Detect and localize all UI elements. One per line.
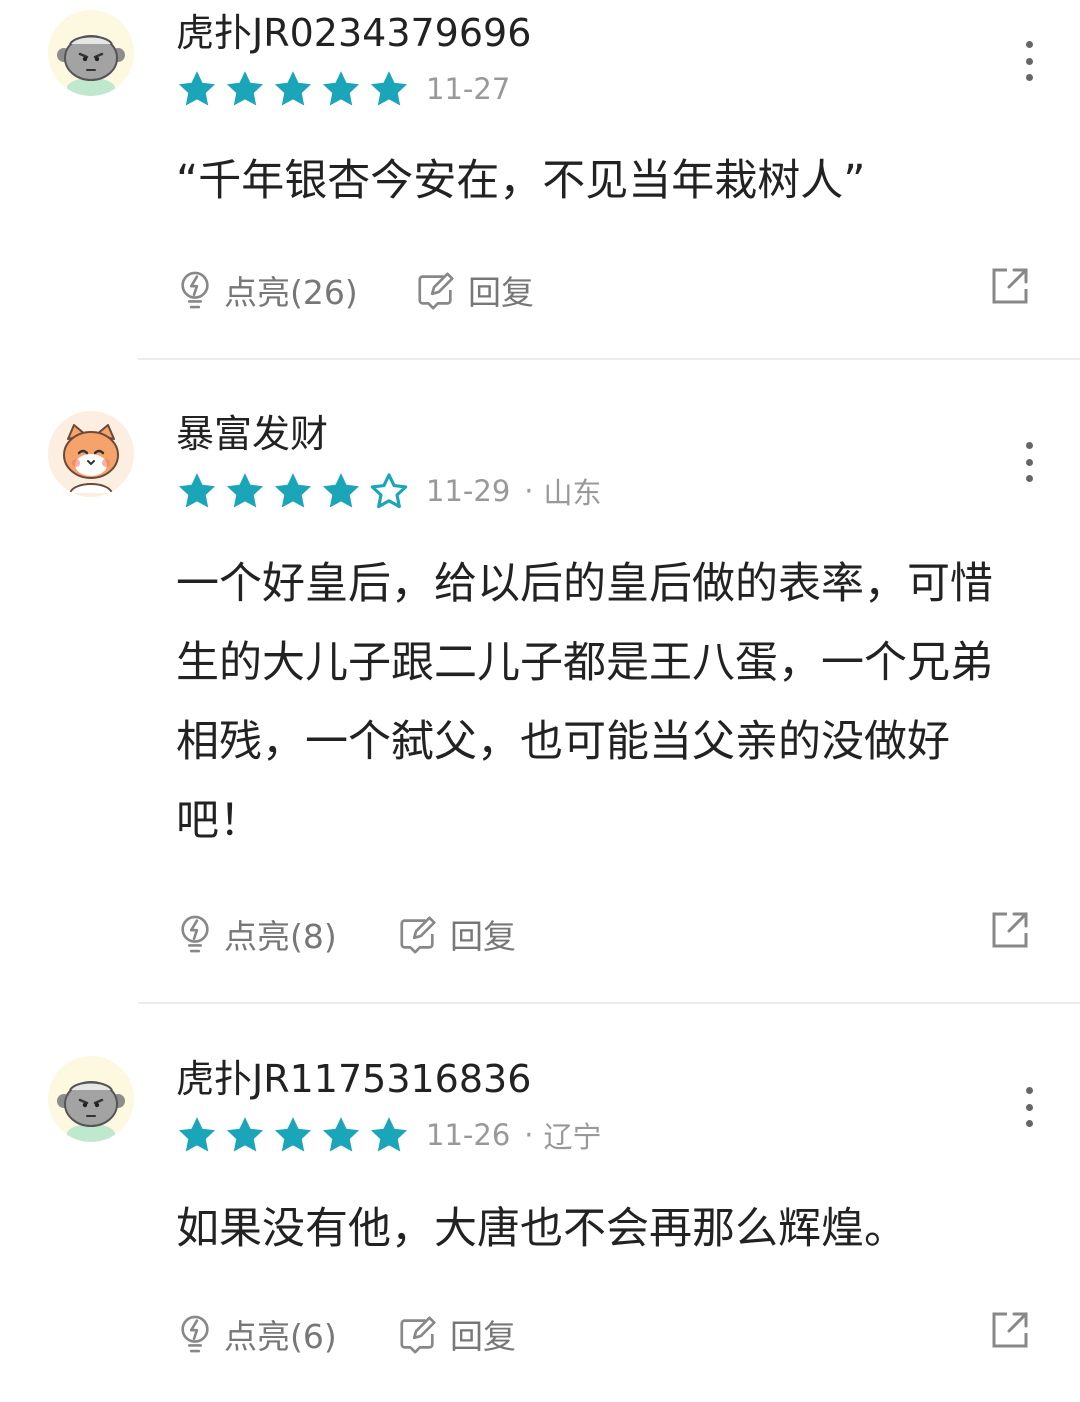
star-filled-icon: [176, 1114, 218, 1156]
like-button[interactable]: 点亮(26): [176, 266, 358, 314]
star-filled-icon: [320, 1114, 362, 1156]
comment-date: 11-29: [426, 474, 511, 508]
gray-mascot-avatar-icon: [48, 1056, 134, 1142]
comment-location: 山东: [543, 476, 602, 510]
share-icon[interactable]: [990, 910, 1030, 950]
rating-row: 11-26 · 辽宁: [176, 1115, 602, 1155]
comment-date: 11-27: [426, 72, 511, 106]
comment-content: “千年银杏今安在，不见当年栽树人”: [176, 156, 866, 206]
reply-pencil-icon: [396, 913, 440, 955]
like-button[interactable]: 点亮(8): [176, 910, 337, 958]
lightbulb-icon: [176, 269, 214, 311]
more-options-icon[interactable]: [1018, 1087, 1040, 1127]
reply-pencil-icon: [396, 1313, 440, 1355]
like-label: 点亮(6): [224, 1317, 337, 1356]
like-button[interactable]: 点亮(6): [176, 1310, 337, 1358]
star-filled-icon: [368, 1114, 410, 1156]
rating-row: 11-29 · 山东: [176, 471, 602, 511]
star-filled-icon: [224, 68, 266, 110]
comment-content: 一个好皇后，给以后的皇后做的表率，可惜生的大儿子跟二儿子都是王八蛋，一个兄弟相残…: [176, 559, 993, 846]
username[interactable]: 虎扑JR1175316836: [176, 1055, 531, 1103]
reply-button[interactable]: 回复: [414, 266, 534, 314]
star-filled-icon: [272, 1114, 314, 1156]
username[interactable]: 虎扑JR0234379696: [176, 9, 531, 57]
star-filled-icon: [224, 470, 266, 512]
more-options-icon[interactable]: [1018, 41, 1040, 81]
star-filled-icon: [176, 68, 218, 110]
username[interactable]: 暴富发财: [176, 410, 328, 458]
star-filled-icon: [224, 1114, 266, 1156]
star-filled-icon: [272, 68, 314, 110]
reply-label: 回复: [450, 1317, 516, 1356]
star-rating: [176, 470, 410, 512]
meta-separator: ·: [524, 474, 534, 508]
reply-pencil-icon: [414, 269, 458, 311]
comment-content: 如果没有他，大唐也不会再那么辉煌。: [176, 1204, 907, 1254]
more-options-icon[interactable]: [1018, 442, 1040, 482]
comment-item: 虎扑JR0234379696 11-27 “千年银杏今安在，不见当年栽树人” 点…: [0, 0, 1080, 360]
avatar[interactable]: [48, 10, 134, 96]
star-empty-icon: [368, 470, 410, 512]
avatar[interactable]: [48, 1056, 134, 1142]
star-filled-icon: [176, 470, 218, 512]
star-filled-icon: [320, 68, 362, 110]
reply-label: 回复: [450, 917, 516, 956]
comment-item: 暴富发财 11-29 · 山东 一个好皇后，给以后的皇后做的表率，可惜生的大儿子…: [0, 360, 1080, 1004]
lightbulb-icon: [176, 913, 214, 955]
star-filled-icon: [368, 68, 410, 110]
comment-date: 11-26: [426, 1118, 511, 1152]
orange-cat-avatar-icon: [48, 411, 134, 497]
comment-location: 辽宁: [543, 1120, 602, 1154]
star-filled-icon: [320, 470, 362, 512]
star-rating: [176, 68, 410, 110]
reply-label: 回复: [468, 273, 534, 312]
star-rating: [176, 1114, 410, 1156]
like-label: 点亮(8): [224, 917, 337, 956]
avatar[interactable]: [48, 411, 134, 497]
lightbulb-icon: [176, 1313, 214, 1355]
comment-item: 虎扑JR1175316836 11-26 · 辽宁 如果没有他，大唐也不会再那么…: [0, 1004, 1080, 1402]
rating-row: 11-27: [176, 69, 510, 109]
meta-separator: ·: [524, 1118, 534, 1152]
like-label: 点亮(26): [224, 273, 358, 312]
reply-button[interactable]: 回复: [396, 910, 516, 958]
share-icon[interactable]: [990, 1310, 1030, 1350]
share-icon[interactable]: [990, 266, 1030, 306]
star-filled-icon: [272, 470, 314, 512]
reply-button[interactable]: 回复: [396, 1310, 516, 1358]
gray-mascot-avatar-icon: [48, 10, 134, 96]
